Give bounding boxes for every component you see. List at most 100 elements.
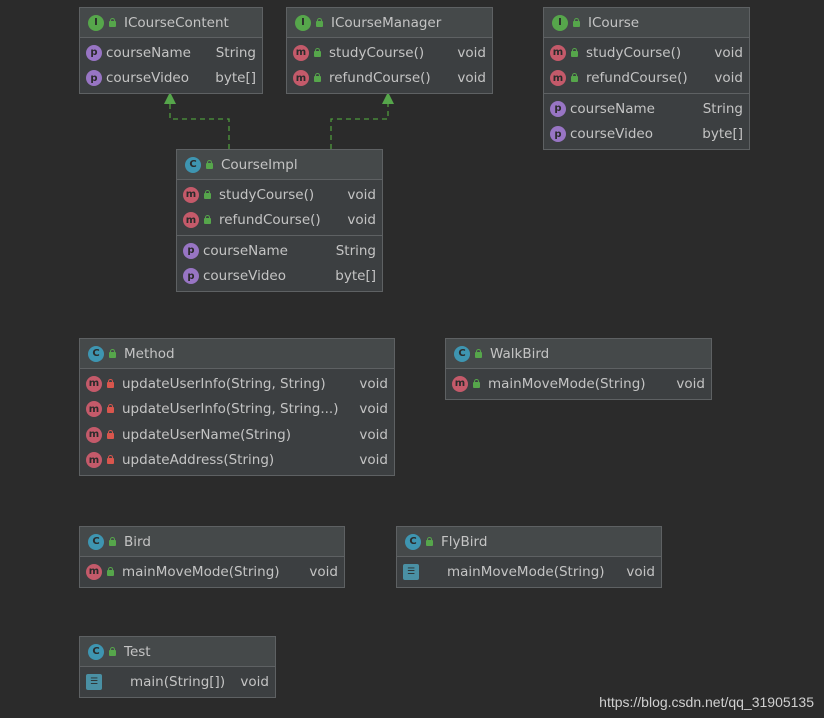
method-row[interactable]: m studyCourse() void (287, 40, 492, 66)
class-name: WalkBird (490, 345, 550, 362)
member-name: studyCourse() (219, 186, 315, 203)
public-visibility-icon (472, 378, 481, 388)
class-header[interactable]: C CourseImpl (177, 150, 382, 180)
method-row[interactable]: m updateUserName(String) void (80, 422, 394, 448)
member-type: String (335, 242, 376, 259)
method-row[interactable]: ☰ mainMoveMode(String) void (397, 559, 661, 585)
member-name: courseName (106, 44, 191, 61)
class-header[interactable]: I ICourseContent (80, 8, 262, 38)
method-row[interactable]: m updateUserInfo(String, String) void (80, 371, 394, 397)
class-name: CourseImpl (221, 156, 298, 173)
class-box-walkbird[interactable]: C WalkBird m mainMoveMode(String) void (445, 338, 712, 400)
class-icon: C (405, 533, 421, 550)
class-name: ICourseContent (124, 14, 229, 31)
class-box-method[interactable]: C Method m updateUserInfo(String, String) vo… (79, 338, 395, 476)
class-icon: C (88, 345, 104, 362)
member-type: void (359, 426, 388, 443)
class-box-icoursemanager[interactable]: I ICourseManager m studyCourse() void m refund… (286, 7, 493, 94)
public-visibility-icon (572, 17, 581, 27)
class-box-test[interactable]: C Test ☰ main(String[]) void (79, 636, 276, 698)
public-visibility-icon (425, 536, 434, 546)
private-lock-icon (106, 455, 115, 465)
class-header[interactable]: C Bird (80, 527, 344, 557)
member-type: byte[] (702, 126, 743, 143)
member-name: mainMoveMode(String) (447, 563, 605, 580)
member-type: String (702, 100, 743, 117)
method-row[interactable]: m refundCourse() void (287, 66, 492, 92)
method-icon: m (86, 426, 102, 443)
member-name: courseVideo (106, 70, 189, 87)
method-row[interactable]: m refundCourse() void (177, 208, 382, 234)
member-name: courseName (570, 100, 655, 117)
member-name: updateUserInfo(String, String...) (122, 401, 339, 418)
class-box-courseimpl[interactable]: C CourseImpl m studyCourse() void m refundCour… (176, 149, 383, 292)
member-type: byte[] (335, 268, 376, 285)
class-name: Method (124, 345, 175, 362)
class-header[interactable]: C Method (80, 339, 394, 369)
property-icon: p (86, 44, 102, 61)
class-header[interactable]: C FlyBird (397, 527, 661, 557)
interface-icon: I (295, 14, 311, 31)
member-type: void (676, 375, 705, 392)
property-row[interactable]: p courseVideo byte[] (177, 264, 382, 290)
public-visibility-icon (570, 47, 579, 57)
class-name: ICourse (588, 14, 640, 31)
property-row[interactable]: p courseName String (80, 40, 262, 66)
member-type: void (347, 186, 376, 203)
member-type: void (457, 44, 486, 61)
public-visibility-icon (313, 47, 322, 57)
public-visibility-icon (203, 189, 212, 199)
member-name: refundCourse() (586, 70, 688, 87)
method-row[interactable]: m updateAddress(String) void (80, 448, 394, 474)
member-name: updateAddress(String) (122, 452, 275, 469)
class-box-bird[interactable]: C Bird m mainMoveMode(String) void (79, 526, 345, 588)
member-type: void (240, 673, 269, 690)
member-name: courseName (203, 242, 288, 259)
members-section: m mainMoveMode(String) void (446, 369, 711, 399)
class-icon: C (185, 156, 201, 173)
uml-class-diagram: I ICourseContent p courseName String p courseV… (0, 0, 824, 718)
class-name: Bird (124, 533, 151, 550)
class-box-icourse[interactable]: I ICourse m studyCourse() void m refundCourse(… (543, 7, 750, 150)
method-row[interactable]: m studyCourse() void (177, 182, 382, 208)
method-icon: m (86, 452, 102, 469)
method-icon: m (452, 375, 468, 392)
method-icon: m (183, 186, 199, 203)
members-section: ☰ mainMoveMode(String) void (397, 557, 661, 587)
method-row[interactable]: m mainMoveMode(String) void (446, 371, 711, 397)
class-header[interactable]: I ICourse (544, 8, 749, 38)
method-icon: m (86, 563, 102, 580)
member-type: void (714, 70, 743, 87)
method-row[interactable]: m mainMoveMode(String) void (80, 559, 344, 585)
public-visibility-icon (474, 348, 483, 358)
public-visibility-icon (315, 17, 324, 27)
property-row[interactable]: p courseName String (177, 238, 382, 264)
class-icon: C (88, 533, 104, 550)
method-row[interactable]: m studyCourse() void (544, 40, 749, 66)
member-name: main(String[]) (130, 673, 226, 690)
members-section: p courseName String p courseVideo byte[] (544, 94, 749, 149)
member-type: void (359, 401, 388, 418)
class-header[interactable]: C WalkBird (446, 339, 711, 369)
member-type: String (215, 44, 256, 61)
property-row[interactable]: p courseVideo byte[] (544, 122, 749, 148)
class-icon: C (88, 643, 104, 660)
method-row[interactable]: m refundCourse() void (544, 66, 749, 92)
class-box-flybird[interactable]: C FlyBird ☰ mainMoveMode(String) void (396, 526, 662, 588)
method-icon: m (550, 44, 566, 61)
class-name: ICourseManager (331, 14, 442, 31)
property-row[interactable]: p courseVideo byte[] (80, 66, 262, 92)
class-header[interactable]: I ICourseManager (287, 8, 492, 38)
member-type: void (359, 452, 388, 469)
class-name: Test (124, 643, 151, 660)
private-lock-icon (106, 404, 115, 414)
class-header[interactable]: C Test (80, 637, 275, 667)
method-row[interactable]: ☰ main(String[]) void (80, 669, 275, 695)
method-row[interactable]: m updateUserInfo(String, String...) void (80, 397, 394, 423)
public-visibility-icon (108, 536, 117, 546)
private-lock-icon (106, 378, 115, 388)
property-icon: p (550, 100, 566, 117)
class-box-icoursecontent[interactable]: I ICourseContent p courseName String p courseV… (79, 7, 263, 94)
property-row[interactable]: p courseName String (544, 96, 749, 122)
implements-edge-courseimpl-icoursemanager (330, 92, 394, 149)
